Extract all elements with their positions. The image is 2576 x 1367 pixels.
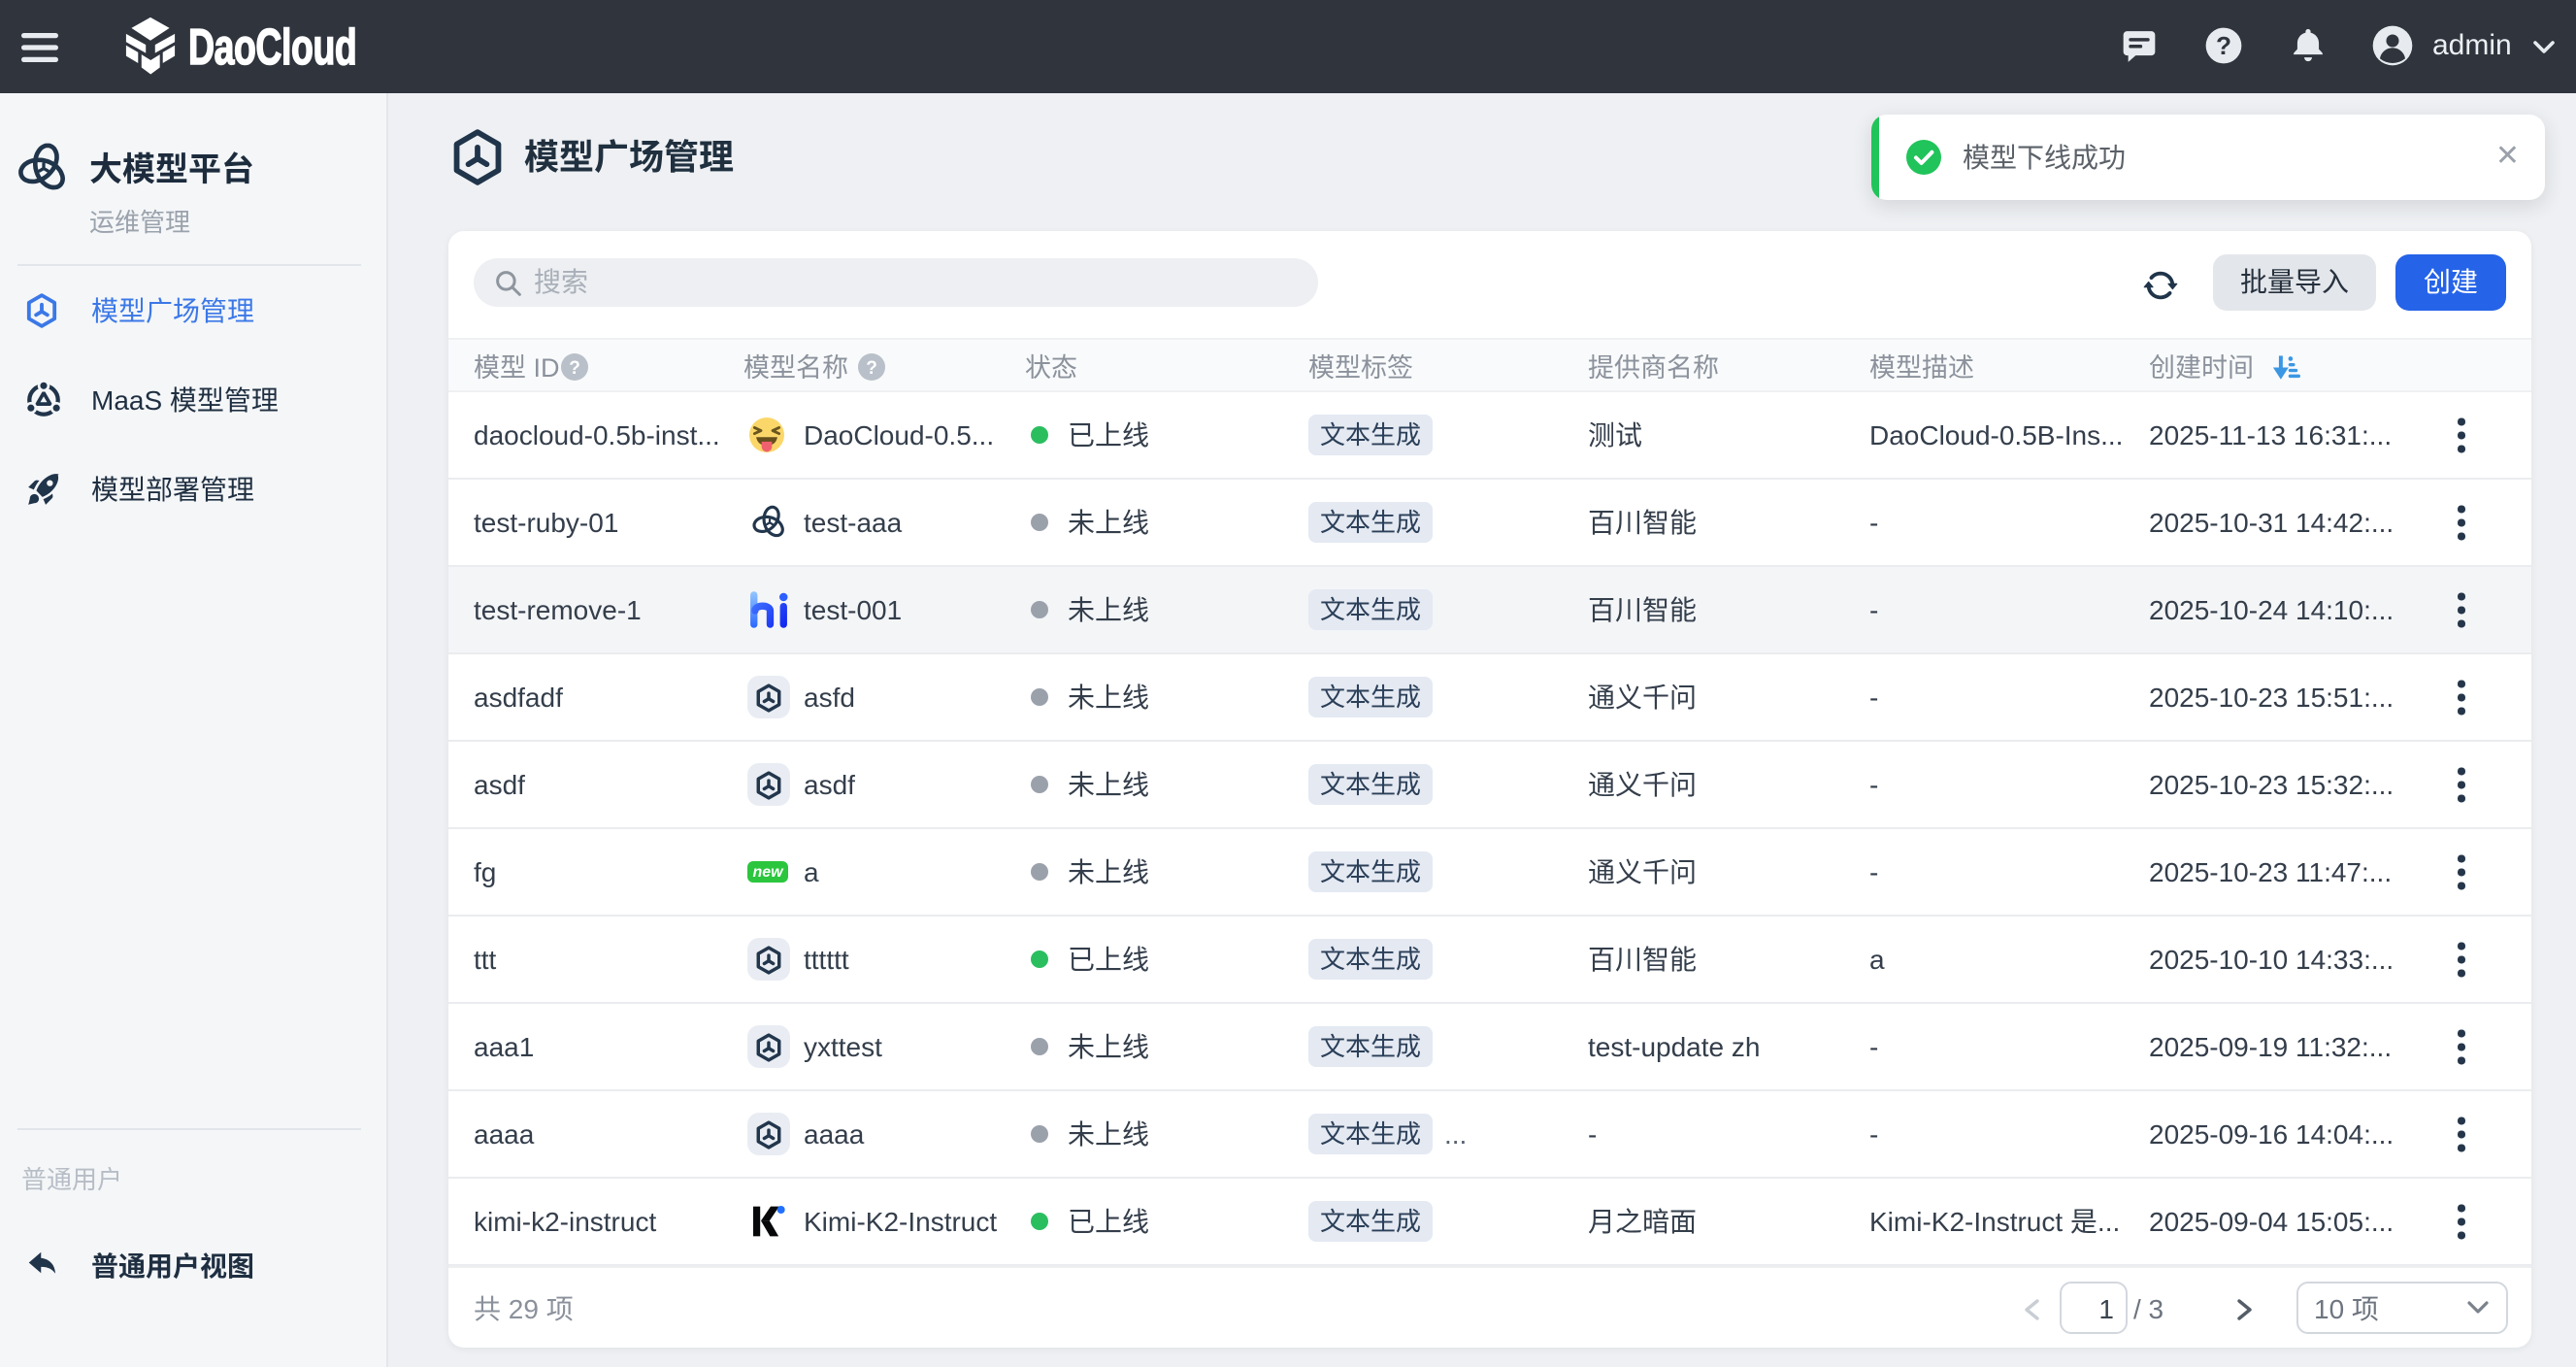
svg-text:?: ? [569, 358, 580, 379]
svg-text:?: ? [2216, 31, 2231, 60]
svg-text:?: ? [866, 358, 877, 379]
